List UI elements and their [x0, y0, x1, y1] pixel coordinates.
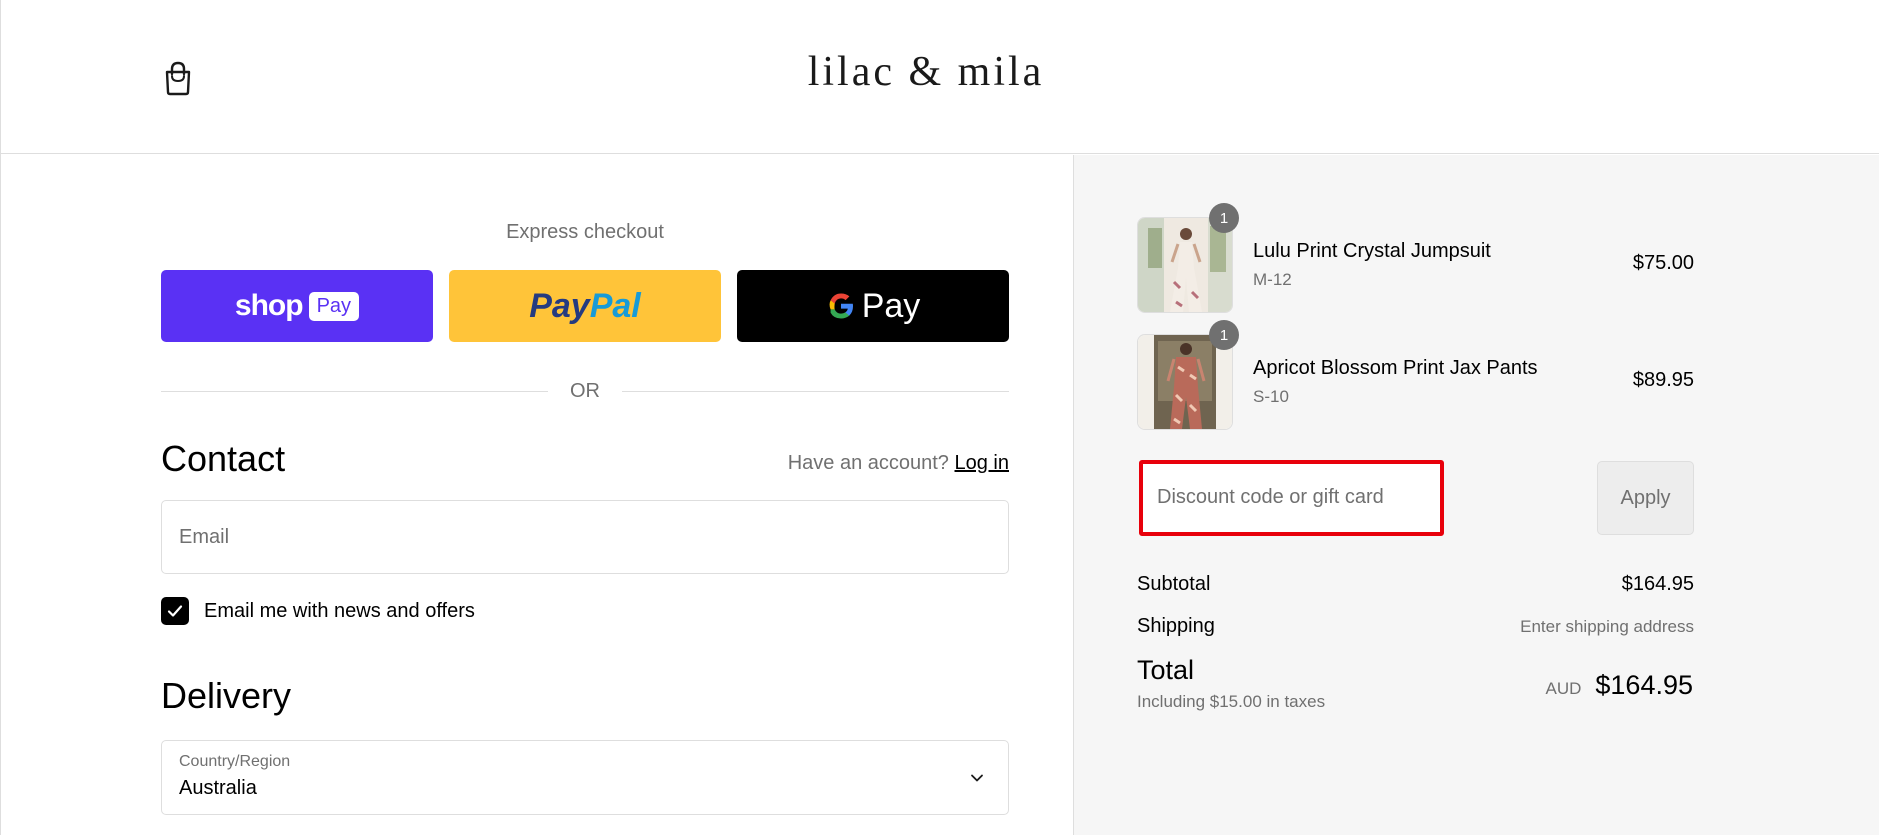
product-variant: S-10	[1253, 387, 1289, 406]
google-pay-logo: Pay	[826, 287, 920, 326]
taxes-note: Including $15.00 in taxes	[1137, 692, 1326, 711]
order-summary: 1 Lulu Print Crystal Jumpsuit M-12 $75.0…	[1073, 155, 1879, 835]
newsletter-label: Email me with news and offers	[204, 599, 475, 622]
total-value: $164.95	[1595, 670, 1693, 700]
email-field[interactable]: Email	[161, 500, 1009, 574]
product-name: Lulu Print Crystal Jumpsuit	[1253, 240, 1491, 262]
country-label: Country/Region	[179, 753, 291, 770]
shop-pay-logo: shop	[234, 289, 304, 322]
subtotal-row: Subtotal $164.95	[1137, 573, 1694, 596]
checkmark-icon	[167, 605, 183, 617]
google-pay-button[interactable]: Pay	[737, 270, 1009, 342]
divider-line	[622, 391, 1009, 392]
or-text: OR	[570, 380, 600, 402]
page-frame: lilac & mila Express checkout shop Pay P…	[0, 0, 1879, 835]
country-select[interactable]: Country/Region Australia	[161, 740, 1009, 815]
product-price: $89.95	[1632, 369, 1694, 391]
shipping-row: Shipping Enter shipping address	[1137, 615, 1694, 638]
header: lilac & mila	[1, 0, 1879, 154]
discount-placeholder: Discount code or gift card	[1157, 486, 1384, 508]
paypal-logo: PayPal	[529, 286, 641, 325]
line-item: 1 Lulu Print Crystal Jumpsuit M-12 $75.0…	[1137, 203, 1694, 313]
currency-code: AUD	[1545, 679, 1582, 698]
shop-pay-button[interactable]: shop Pay	[161, 270, 433, 342]
shipping-label: Shipping	[1137, 615, 1215, 637]
express-checkout-title: Express checkout	[506, 221, 664, 243]
product-variant: M-12	[1253, 270, 1292, 289]
account-prompt-text: Have an account?	[787, 452, 949, 474]
line-item: 1 Apricot Blossom Print Jax Pants S-10 $…	[1137, 320, 1694, 430]
login-link[interactable]: Log in	[955, 452, 1010, 474]
account-prompt: Have an account? Log in	[788, 452, 1009, 475]
newsletter-checkbox[interactable]	[161, 597, 189, 625]
chevron-down-icon	[971, 774, 983, 782]
product-name: Apricot Blossom Print Jax Pants	[1253, 357, 1538, 379]
subtotal-value: $164.95	[1621, 573, 1694, 595]
store-logo[interactable]: lilac & mila	[1, 48, 1851, 96]
country-value: Australia	[179, 777, 257, 799]
or-divider: OR	[161, 380, 1009, 403]
email-placeholder: Email	[179, 526, 230, 548]
paypal-button[interactable]: PayPal	[449, 270, 721, 342]
apply-discount-button[interactable]: Apply	[1597, 461, 1694, 535]
newsletter-option[interactable]: Email me with news and offers	[161, 597, 475, 625]
total-amount-group: AUD $164.95	[1545, 670, 1693, 701]
contact-heading: Contact	[161, 438, 286, 479]
google-g-icon	[829, 293, 853, 319]
checkout-form: Express checkout shop Pay PayPal Pay OR	[1, 155, 1073, 835]
product-price: $75.00	[1632, 252, 1694, 274]
shipping-value: Enter shipping address	[1520, 617, 1694, 636]
subtotal-label: Subtotal	[1137, 573, 1211, 595]
delivery-heading: Delivery	[161, 675, 292, 716]
quantity-badge: 1	[1209, 203, 1239, 233]
total-label: Total	[1137, 655, 1195, 685]
shop-pay-badge: Pay	[308, 291, 360, 321]
discount-code-input[interactable]: Discount code or gift card	[1139, 460, 1444, 536]
quantity-badge: 1	[1209, 320, 1239, 350]
divider-line	[161, 391, 548, 392]
